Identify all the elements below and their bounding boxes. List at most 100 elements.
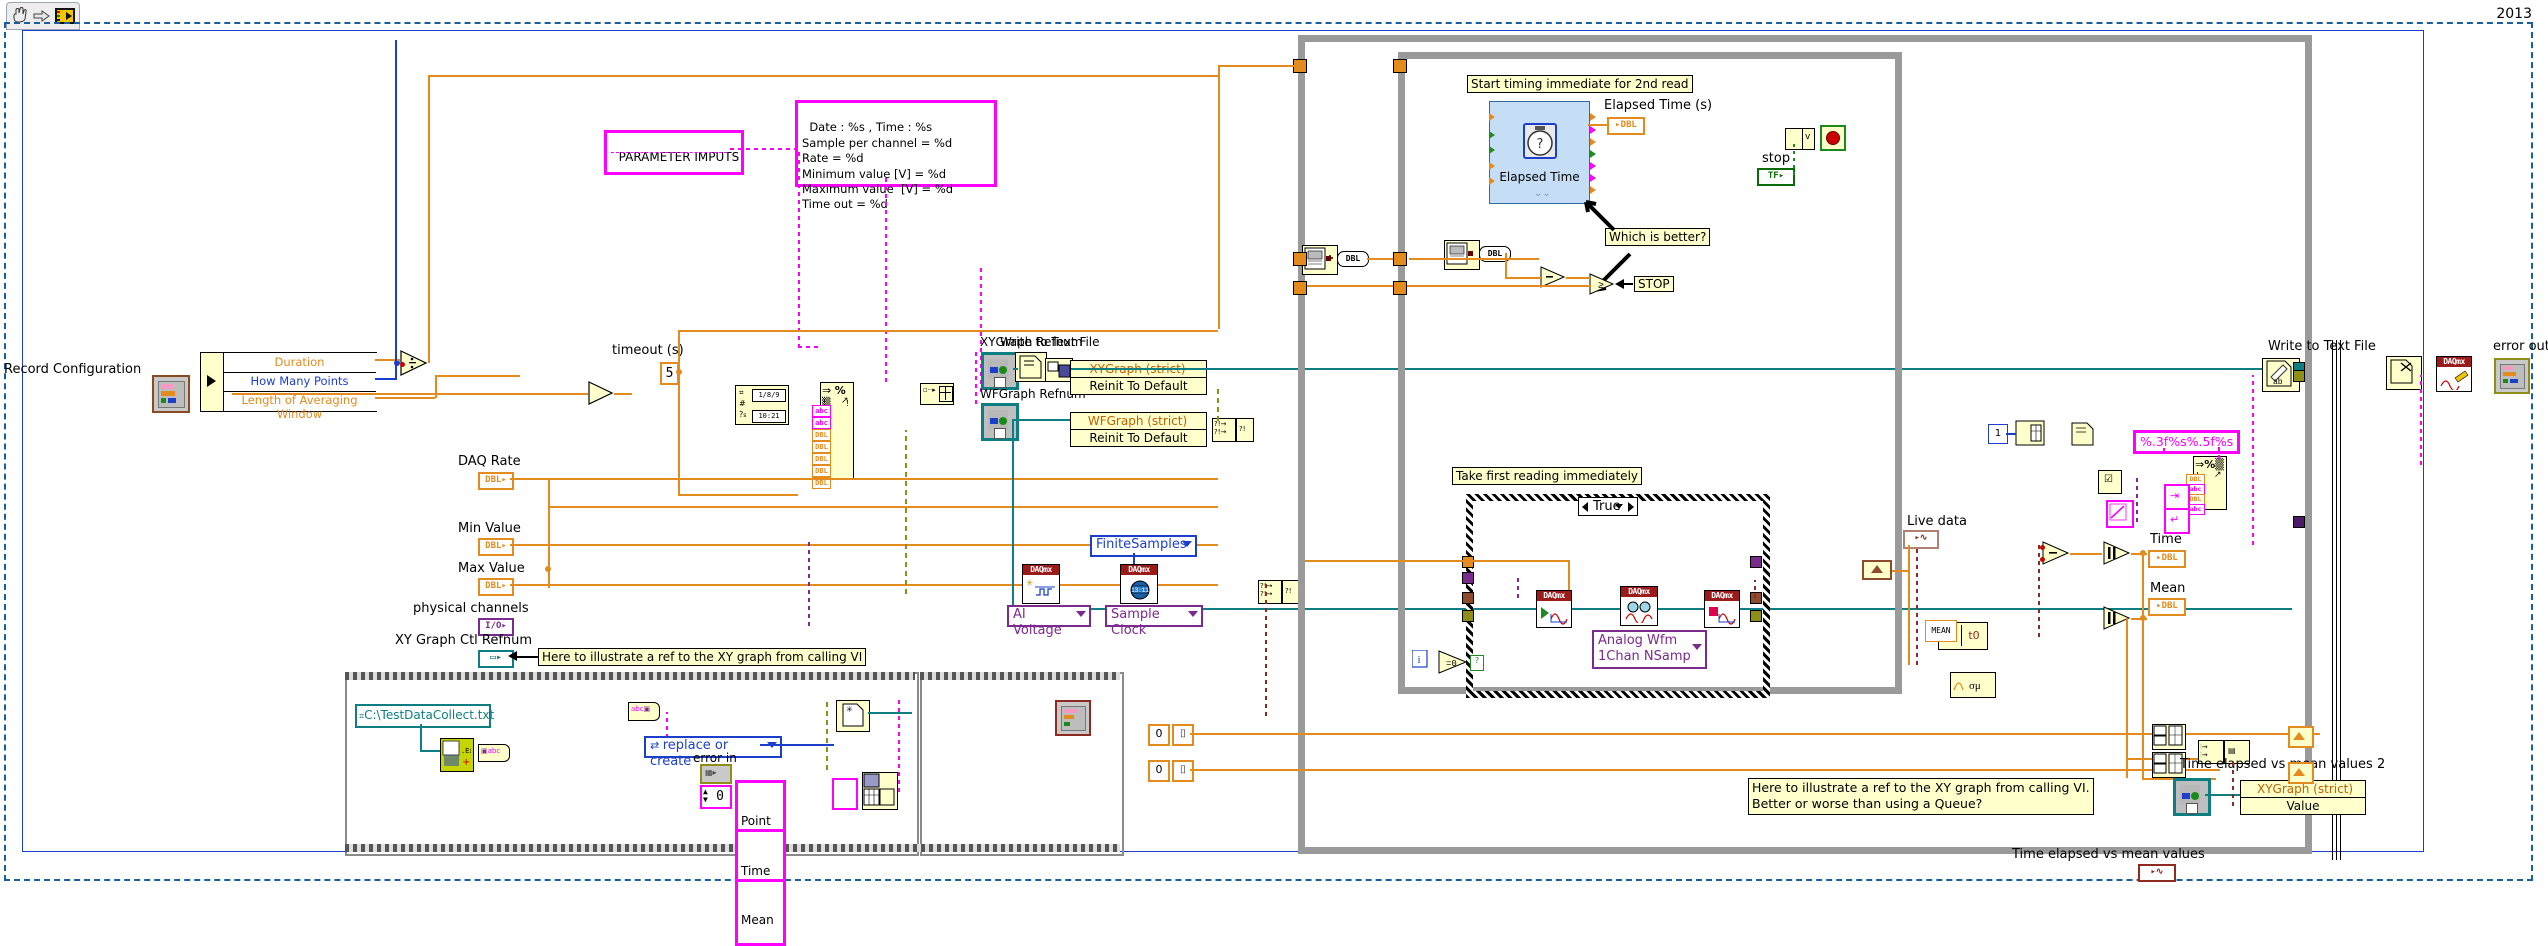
xygraph-refnum-bottom[interactable] (2173, 778, 2211, 816)
min-value-terminal[interactable]: DBL▸ (478, 538, 514, 556)
elapsed-time-s-label: Elapsed Time (s) (1604, 98, 1713, 113)
multiply-node[interactable] (588, 380, 614, 406)
elapsed-time-subvi[interactable]: ? Elapsed Time ⌄⌄ (1489, 101, 1596, 204)
wire-junction (2040, 545, 2045, 550)
loop-stop-terminal[interactable] (1820, 125, 1846, 151)
time-label: Time (2150, 532, 2182, 547)
subtract-node-2[interactable] (2042, 540, 2070, 566)
build-array-bottom-1[interactable] (2152, 724, 2186, 750)
case-tunnel (1462, 556, 1474, 568)
finite-samples-enum[interactable]: FiniteSamples (1090, 535, 1197, 557)
array-build-node-bottom[interactable]: + (862, 772, 898, 810)
file-write-node-bottom[interactable]: ✳ (836, 700, 870, 732)
record-configuration-control[interactable] (152, 375, 190, 413)
error-in-control[interactable]: ▦▸ (700, 764, 732, 784)
sample-clock-enum[interactable]: Sample Clock (1105, 605, 1203, 638)
stop-terminal[interactable]: TF▸ (1757, 168, 1795, 186)
daqmx-read-node[interactable]: DAQmx (1620, 586, 1658, 626)
daqmx-create-channel-node[interactable]: DAQmx ✳ (1022, 564, 1060, 604)
dbl-terminal: DBL (812, 429, 831, 441)
cluster-item-mean: Mean (741, 912, 774, 927)
file-path-constant[interactable]: ⌗C:\TestDataCollect.txt (355, 704, 495, 728)
shift-register-mid-2 (1393, 281, 1407, 295)
numeric-box-a[interactable]: 0 (1148, 724, 1170, 746)
get-date-time-string-node[interactable]: ⌗ # ?s 1/8/9 10:21 (735, 385, 789, 425)
shift-register-mid (1393, 252, 1407, 266)
format-small-comment: %.3f%s%.5f%s (2133, 430, 2241, 454)
property-node-xygraph[interactable]: XYGraph (strict) Reinit To Default (1070, 360, 1207, 395)
xy-ref-comment-bottom: Here to illustrate a ref to the XY graph… (1748, 778, 2094, 815)
greater-equal-node[interactable]: ≥ (1589, 272, 1615, 296)
property-node-xygraph-value[interactable]: XYGraph (strict) Value (2240, 780, 2366, 815)
or-node[interactable]: v (1785, 128, 1815, 150)
string-node-small[interactable]: abc▣ (628, 702, 660, 721)
build-path-node[interactable]: .Ext+ (440, 738, 478, 772)
concat-node[interactable]: ☑ (2098, 470, 2122, 494)
chevron-down-icon[interactable] (1614, 504, 1623, 509)
daqmx-header: DAQmx (1621, 587, 1657, 597)
path-to-string-node[interactable]: ▣abc (478, 744, 510, 762)
build-array-node[interactable] (1862, 560, 1892, 580)
left-arrow-icon[interactable] (1582, 502, 1588, 512)
equal-zero-node[interactable]: =0 (1438, 650, 1472, 674)
mean-vi[interactable]: σμ (1950, 672, 1996, 698)
daqmx-start-task-node[interactable]: DAQmx (1536, 590, 1572, 628)
newline-constant-icon[interactable]: ↵ (2164, 508, 2190, 534)
bottom-mid-frame (920, 672, 1124, 856)
property-node-property: Reinit To Default (1071, 429, 1206, 446)
string-terminal: abc (812, 417, 831, 429)
tick-count-node-1[interactable] (1302, 245, 1338, 275)
case-tunnel (1462, 572, 1474, 584)
array-index-node[interactable] (2015, 420, 2045, 446)
right-arrow-icon[interactable] (1627, 502, 1634, 512)
max-value-terminal[interactable]: DBL▸ (478, 578, 514, 596)
queue-reference-node[interactable] (1055, 700, 1091, 736)
tick-count-node-2[interactable] (1444, 240, 1480, 270)
error-out-node[interactable]: ?! (1236, 418, 1254, 442)
cluster-item-time: Time (738, 864, 783, 882)
mean-indicator[interactable]: ▸DBL (2148, 598, 2186, 616)
graph-write-icon-right[interactable] (2106, 500, 2134, 528)
numeric-box-d[interactable]: ⌷ (1172, 760, 1194, 782)
frame-hatch-top (345, 672, 915, 680)
stop-annotation: STOP (1634, 276, 1674, 292)
daq-rate-terminal[interactable]: DBL▸ (478, 472, 514, 490)
daqmx-header: DAQmx (1121, 565, 1157, 575)
tab-constant-icon[interactable]: ⇥ (2164, 484, 2190, 510)
dbl-terminal: DBL (812, 441, 831, 453)
dbl-bubble: DBL (1337, 251, 1369, 267)
close-file-node[interactable] (2386, 356, 2422, 390)
case-tunnel (1750, 610, 1762, 622)
to-double-node[interactable] (2103, 540, 2131, 566)
numeric-box-c[interactable]: 0 (1148, 760, 1170, 782)
elapsed-time-indicator[interactable]: ▸DBL (1607, 117, 1645, 135)
unbundle-by-name-node[interactable]: Duration How Many Points Length of Avera… (200, 352, 377, 421)
case-selector[interactable]: True (1578, 497, 1638, 516)
analog-wfm-enum[interactable]: Analog Wfm 1Chan NSamp (1592, 630, 1707, 669)
frame-hatch-top-2 (920, 672, 1120, 680)
write-file-node-mid[interactable] (2068, 420, 2098, 448)
left-arrow-icon (508, 651, 517, 661)
graph-write-node[interactable] (1045, 358, 1073, 382)
svg-text:≥: ≥ (1598, 281, 1604, 292)
file-path-text: C:\TestDataCollect.txt (364, 708, 495, 722)
daq-rate-label: DAQ Rate (458, 454, 521, 469)
svg-text:=0: =0 (1446, 659, 1457, 669)
ai-voltage-enum[interactable]: AI Voltage (1007, 605, 1091, 638)
open-file-node[interactable] (1015, 352, 1047, 382)
daqmx-clear-task-node[interactable]: DAQmx (2436, 356, 2472, 392)
xy-graph-indicator[interactable]: ▸∿ (2138, 864, 2176, 882)
index-const[interactable]: 1 (1988, 424, 2008, 444)
daqmx-timing-node[interactable]: DAQmx 13:11 (1120, 564, 1158, 604)
xygraph-refnum-control[interactable] (981, 352, 1019, 390)
property-node-wfgraph[interactable]: WFGraph (strict) Reinit To Default (1070, 412, 1207, 447)
error-out-indicator[interactable] (2494, 358, 2530, 394)
error-merge-node-2[interactable]: ?!→?!→ (1258, 580, 1282, 604)
daqmx-stop-task-node[interactable]: DAQmx (1704, 590, 1740, 628)
bundle-node-bottom[interactable] (832, 778, 858, 810)
merge-errors-node[interactable]: ?!→ ?!→ (1212, 418, 1236, 442)
numeric-zero-constant[interactable]: ▲ ▼ 0 (700, 785, 732, 809)
array-to-spreadsheet-node[interactable]: ▫··▸ (920, 383, 954, 405)
time-indicator[interactable]: ▸DBL (2148, 550, 2186, 568)
numeric-box-b[interactable]: ⌷ (1172, 724, 1194, 746)
